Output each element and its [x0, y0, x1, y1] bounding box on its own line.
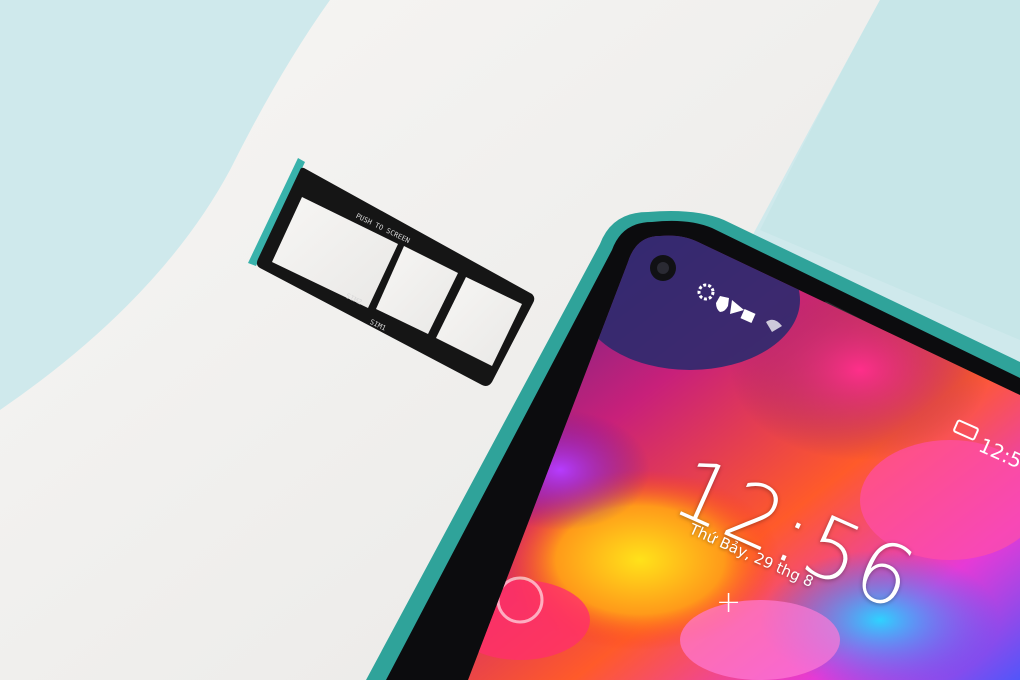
lock-screen-plus: +: [716, 585, 742, 620]
front-camera-lens: [657, 262, 669, 274]
